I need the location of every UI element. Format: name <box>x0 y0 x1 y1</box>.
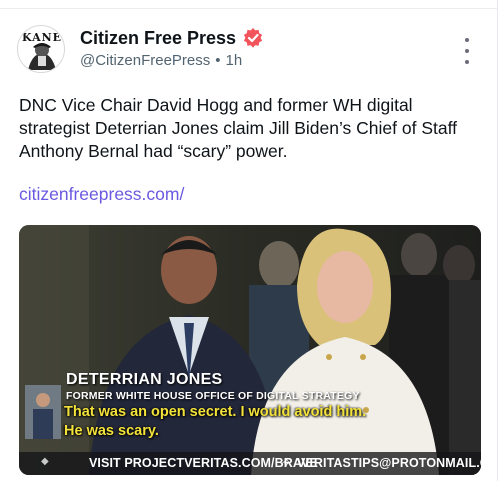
promo-bar: ◆ VISIT PROJECTVERITAS.COM/BRAVE ✧ VERIT… <box>19 452 481 475</box>
promo-right-text: VERITASTIPS@PROTONMAIL.COM <box>297 456 481 470</box>
display-name[interactable]: Citizen Free Press <box>80 28 236 49</box>
more-dot <box>465 49 469 53</box>
post-text: DNC Vice Chair David Hogg and former WH … <box>19 95 458 161</box>
post-card: KANE Citizen Free Press @CitizenFreePres… <box>0 0 498 481</box>
timestamp[interactable]: 1h <box>226 52 243 69</box>
avatar[interactable]: KANE <box>17 25 65 73</box>
more-dot <box>465 60 469 64</box>
more-vertical-icon <box>465 38 469 42</box>
veritas-logo-icon: ◆ <box>41 456 49 467</box>
caption-line-1: That was an open secret. I would avoid h… <box>64 404 367 420</box>
lower-third-name: DETERRIAN JONES <box>66 371 223 388</box>
video-caption: That was an open secret. I would avoid h… <box>64 403 366 441</box>
avatar-text: KANE <box>21 31 63 44</box>
promo-separator: ✧ <box>281 455 292 470</box>
lower-third-title: FORMER WHITE HOUSE OFFICE OF DIGITAL STR… <box>66 390 360 402</box>
post-link[interactable]: citizenfreepress.com/ <box>19 184 184 205</box>
divider <box>0 8 498 9</box>
media-video[interactable]: DETERRIAN JONES FORMER WHITE HOUSE OFFIC… <box>19 225 481 475</box>
separator-dot: • <box>215 52 221 69</box>
handle-row: @CitizenFreePress • 1h <box>80 52 242 69</box>
caption-line-2: He was scary. <box>64 423 159 439</box>
more-options-button[interactable] <box>455 36 479 66</box>
lower-third: DETERRIAN JONES FORMER WHITE HOUSE OFFIC… <box>66 371 360 402</box>
handle[interactable]: @CitizenFreePress <box>80 52 210 69</box>
verified-badge-icon <box>243 28 263 48</box>
author-row: Citizen Free Press <box>80 26 264 50</box>
